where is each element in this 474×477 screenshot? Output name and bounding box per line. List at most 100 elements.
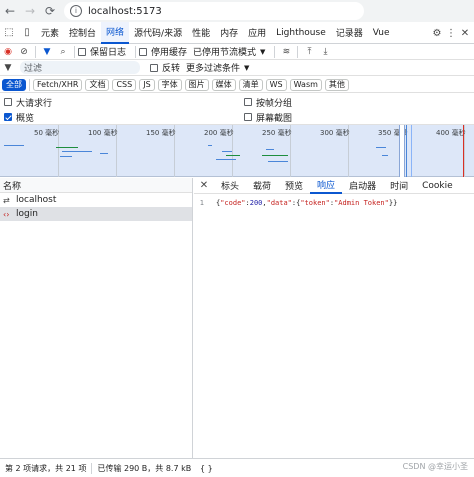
- request-row-login[interactable]: ‹› login: [0, 207, 192, 221]
- tab-application[interactable]: 应用: [243, 22, 271, 44]
- export-har-icon[interactable]: ⤓: [317, 44, 333, 60]
- reload-icon[interactable]: ⟳: [40, 1, 60, 21]
- close-icon[interactable]: ✕: [458, 28, 472, 39]
- checkbox-box-checked[interactable]: [4, 113, 12, 121]
- clear-icon[interactable]: ⊘: [16, 44, 32, 60]
- chip-css[interactable]: CSS: [112, 78, 137, 91]
- response-body: {"code":200,"data":{"token":"Admin Token…: [216, 199, 397, 207]
- divider: [29, 78, 30, 91]
- screenshots-checkbox[interactable]: 屏幕截图: [244, 111, 292, 124]
- import-har-icon[interactable]: ⤒: [301, 44, 317, 60]
- group-by-frame-checkbox[interactable]: 按帧分组: [244, 96, 292, 109]
- request-count: 第 2 项请求，共 21 项: [5, 463, 87, 473]
- record-icon[interactable]: ◉: [0, 44, 16, 60]
- overview-range-handle[interactable]: [399, 125, 405, 177]
- checkbox-box[interactable]: [78, 47, 86, 56]
- checkbox-box[interactable]: [244, 113, 252, 121]
- tab-response[interactable]: 响应: [310, 178, 343, 194]
- disable-cache-checkbox[interactable]: 停用缓存: [139, 45, 187, 58]
- network-overview-timeline[interactable]: 50 毫秒 100 毫秒 150 毫秒 200 毫秒 250 毫秒 300 毫秒…: [0, 125, 474, 177]
- chip-wasm[interactable]: Wasm: [289, 78, 322, 91]
- xhr-icon: ‹›: [3, 209, 10, 219]
- more-filters-dropdown[interactable]: 更多过滤条件 ▼: [186, 61, 250, 75]
- response-viewer[interactable]: 1 {"code":200,"data":{"token":"Admin Tok…: [194, 199, 474, 207]
- tab-preview[interactable]: 预览: [278, 178, 310, 194]
- load-event-marker: [463, 125, 464, 177]
- tab-cookies[interactable]: Cookie: [415, 178, 460, 194]
- tab-payload[interactable]: 载荷: [246, 178, 278, 194]
- tab-memory[interactable]: 内存: [215, 22, 243, 44]
- throttling-dropdown[interactable]: 已停用节流模式 ▼: [193, 45, 265, 59]
- preserve-log-checkbox[interactable]: 保留日志: [78, 45, 126, 58]
- tab-performance[interactable]: 性能: [187, 22, 215, 44]
- inspect-element-icon[interactable]: ⬚: [0, 22, 18, 44]
- address-bar[interactable]: i localhost:5173: [64, 2, 364, 20]
- chip-fetch-xhr[interactable]: Fetch/XHR: [33, 78, 83, 91]
- group-by-frame-label: 按帧分组: [256, 98, 293, 109]
- timeline-tick-label: 150 毫秒: [146, 129, 176, 137]
- checkbox-box[interactable]: [139, 47, 148, 56]
- checkbox-box[interactable]: [150, 63, 158, 72]
- pretty-print-icon[interactable]: { }: [200, 464, 213, 473]
- tab-vue[interactable]: Vue: [368, 22, 395, 44]
- overview-checkbox[interactable]: 概览: [4, 111, 34, 124]
- settings-gear-icon[interactable]: ⚙: [430, 28, 444, 39]
- devtools-tabbar: ⬚ ▯ 元素 控制台 网络 源代码/来源 性能 内存 应用 Lighthouse…: [0, 21, 474, 44]
- chip-doc[interactable]: 文档: [85, 78, 110, 91]
- divider: [74, 45, 75, 58]
- chip-js[interactable]: JS: [139, 78, 155, 91]
- big-request-rows-label: 大请求行: [16, 98, 53, 109]
- disable-cache-label: 停用缓存: [151, 48, 188, 58]
- chip-manifest[interactable]: 清单: [238, 78, 263, 91]
- name-column-header[interactable]: 名称: [0, 178, 192, 193]
- request-row-localhost[interactable]: ⇄ localhost: [0, 193, 192, 207]
- back-arrow-icon[interactable]: ←: [0, 1, 20, 21]
- tab-headers[interactable]: 标头: [214, 178, 246, 194]
- chip-font[interactable]: 字体: [157, 78, 182, 91]
- browser-toolbar: ← → ⟳ i localhost:5173: [0, 0, 474, 22]
- options-row-2: 概览 屏幕截图: [0, 110, 474, 124]
- chip-ws[interactable]: WS: [265, 78, 287, 91]
- watermark: CSDN @幸运小圣: [402, 462, 468, 471]
- json-number: 200: [249, 199, 263, 207]
- options-row-1: 大请求行 按帧分组: [0, 95, 474, 109]
- tab-recorder[interactable]: 记录器: [331, 22, 368, 44]
- request-name: localhost: [16, 195, 57, 205]
- site-info-icon[interactable]: i: [70, 5, 82, 17]
- tab-console[interactable]: 控制台: [64, 22, 101, 44]
- device-toolbar-icon[interactable]: ▯: [18, 22, 36, 44]
- chevron-down-icon: ▼: [244, 63, 250, 72]
- chip-img[interactable]: 图片: [184, 78, 209, 91]
- big-request-rows-checkbox[interactable]: 大请求行: [4, 96, 52, 109]
- json-key: "data": [266, 199, 292, 207]
- divider: [135, 45, 137, 58]
- network-conditions-icon[interactable]: ≋: [278, 44, 294, 60]
- filter-input[interactable]: 过滤: [20, 61, 140, 74]
- forward-arrow-icon[interactable]: →: [20, 1, 40, 21]
- close-icon[interactable]: ✕: [194, 180, 214, 191]
- chip-media[interactable]: 媒体: [211, 78, 236, 91]
- request-bar: [208, 145, 212, 146]
- checkbox-box[interactable]: [4, 98, 12, 106]
- url-text: localhost:5173: [88, 5, 162, 17]
- filter-funnel-icon[interactable]: ▼: [39, 44, 55, 60]
- search-icon[interactable]: ⌕: [55, 44, 71, 60]
- timeline-marker: [411, 125, 412, 177]
- request-bar: [222, 151, 232, 152]
- invert-checkbox[interactable]: 反转: [150, 61, 180, 74]
- more-options-icon[interactable]: ⋮: [444, 28, 458, 39]
- chip-all[interactable]: 全部: [2, 78, 26, 91]
- tab-timing[interactable]: 时间: [383, 178, 415, 194]
- tab-network[interactable]: 网络: [101, 21, 130, 44]
- tab-sources[interactable]: 源代码/来源: [129, 22, 187, 44]
- tab-elements[interactable]: 元素: [36, 22, 64, 44]
- tab-lighthouse[interactable]: Lighthouse: [271, 22, 331, 44]
- chip-other[interactable]: 其他: [324, 78, 349, 91]
- request-bar: [268, 161, 288, 162]
- tab-initiator[interactable]: 启动器: [342, 178, 383, 194]
- preserve-log-label: 保留日志: [90, 48, 127, 58]
- checkbox-box[interactable]: [244, 98, 252, 106]
- transferred-size: 已传输 290 B，共 8.7 kB: [97, 463, 192, 473]
- dom-content-loaded-marker: [406, 125, 407, 177]
- request-bar: [62, 151, 92, 152]
